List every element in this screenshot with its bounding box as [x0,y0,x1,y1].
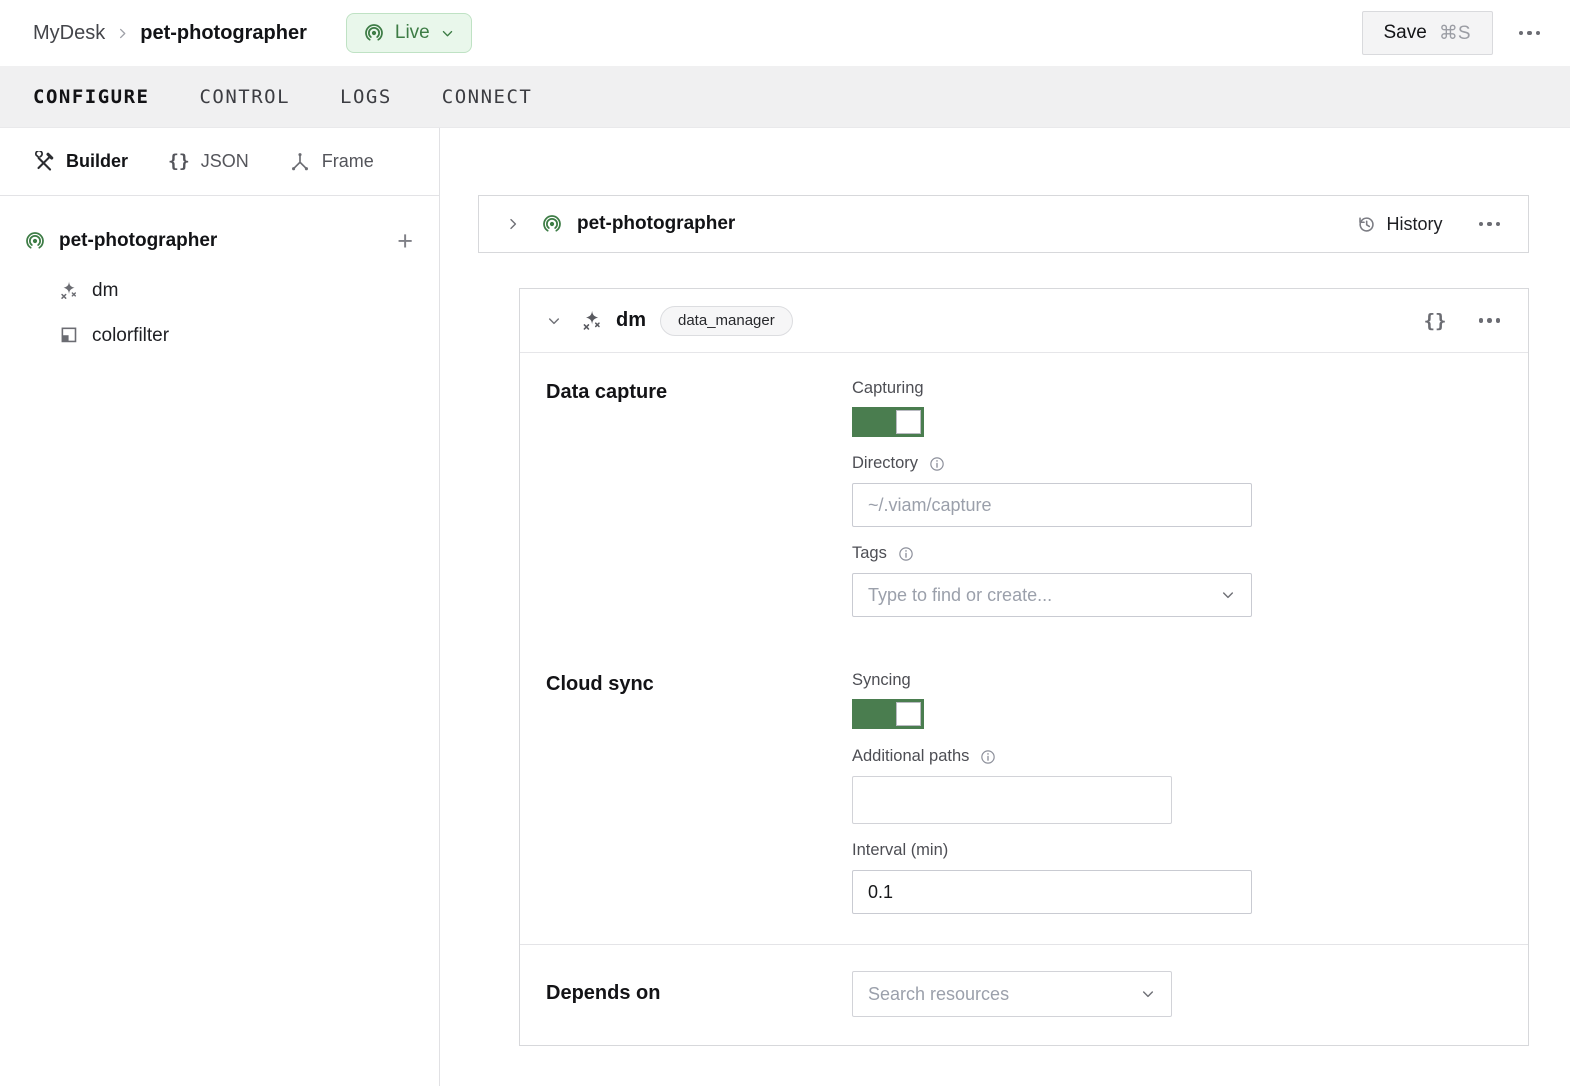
tree-item-dm[interactable]: dm [0,268,439,313]
view-switcher: Builder {} JSON Frame [0,128,439,196]
breadcrumb-org[interactable]: MyDesk [33,22,105,45]
dm-more-menu-icon[interactable] [1477,312,1503,329]
expand-chevron-icon[interactable] [505,216,521,232]
topbar-more-menu-icon[interactable] [1517,25,1543,42]
frame-icon [289,151,311,173]
tree-item-label: colorfilter [92,325,169,347]
chevron-down-icon [440,26,455,41]
view-json[interactable]: {} JSON [168,151,249,172]
info-icon[interactable] [897,545,915,563]
history-button[interactable]: History [1356,214,1442,235]
main-tab-bar: CONFIGURE CONTROL LOGS CONNECT [0,66,1570,128]
tab-control[interactable]: CONTROL [199,86,290,108]
braces-icon: {} [168,151,190,172]
info-icon[interactable] [928,455,946,473]
view-json-label: JSON [201,151,249,172]
syncing-label: Syncing [852,671,1502,690]
sparkles-icon [58,280,79,301]
capturing-label: Capturing [852,379,1502,398]
dm-card-header: dm data_manager {} [520,289,1528,353]
view-builder-label: Builder [66,151,128,172]
dm-card-name: dm [616,309,646,332]
broadcast-icon [541,213,563,235]
view-builder[interactable]: Builder [33,151,128,173]
history-button-label: History [1386,214,1442,235]
broadcast-icon [363,22,385,44]
machine-more-menu-icon[interactable] [1477,216,1503,233]
collapse-chevron-icon[interactable] [546,313,562,329]
depends-on-placeholder: Search resources [868,984,1009,1005]
section-depends-on: Depends on Search resources [546,945,1502,1045]
interval-label: Interval (min) [852,841,1502,860]
chevron-right-icon [115,26,130,41]
section-heading: Depends on [546,971,852,1017]
view-frame-label: Frame [322,151,374,172]
tab-connect[interactable]: CONNECT [442,86,533,108]
edit-json-icon[interactable]: {} [1424,310,1447,332]
save-shortcut-hint: ⌘S [1439,22,1471,45]
live-status-label: Live [395,22,430,44]
resource-type-badge: data_manager [660,306,793,336]
tree-item-machine[interactable]: pet-photographer + [0,224,439,258]
add-component-button[interactable]: + [397,228,413,255]
tree-item-label: dm [92,280,118,302]
chevron-down-icon [1220,587,1236,603]
broadcast-icon [24,230,46,252]
tree-machine-name: pet-photographer [59,230,217,252]
dm-resource-card: dm data_manager {} Data capture Capturin… [519,288,1529,1046]
additional-paths-input[interactable] [852,776,1172,824]
tab-logs[interactable]: LOGS [340,86,392,108]
breadcrumb: MyDesk pet-photographer [33,22,307,45]
syncing-toggle[interactable] [852,699,924,729]
interval-input[interactable] [852,870,1252,914]
tree-item-colorfilter[interactable]: colorfilter [0,313,439,358]
tags-select-placeholder: Type to find or create... [868,585,1052,606]
tags-select[interactable]: Type to find or create... [852,573,1252,617]
view-frame[interactable]: Frame [289,151,374,173]
directory-input[interactable] [852,483,1252,527]
info-icon[interactable] [979,748,997,766]
capturing-toggle[interactable] [852,407,924,437]
breadcrumb-machine: pet-photographer [140,22,307,45]
section-cloud-sync: Cloud sync Syncing Additional paths Int [546,617,1502,944]
sparkles-icon [580,309,603,332]
resource-tree: pet-photographer + dm colorfilter [0,196,439,358]
save-button[interactable]: Save ⌘S [1362,11,1493,55]
live-status-dropdown[interactable]: Live [346,13,472,53]
depends-on-select[interactable]: Search resources [852,971,1172,1017]
transform-icon [58,325,79,346]
directory-label: Directory [852,454,1502,473]
chevron-down-icon [1140,986,1156,1002]
tools-icon [33,151,55,173]
tags-label: Tags [852,544,1502,563]
history-icon [1356,214,1377,235]
tab-configure[interactable]: CONFIGURE [33,86,149,108]
machine-card: pet-photographer History [478,195,1529,253]
save-button-label: Save [1384,22,1427,44]
section-data-capture: Data capture Capturing Directory Tags [546,353,1502,617]
machine-card-title: pet-photographer [577,213,735,235]
additional-paths-label: Additional paths [852,747,1502,766]
top-bar: MyDesk pet-photographer Live Save ⌘S [0,0,1570,66]
section-heading: Cloud sync [546,671,852,914]
config-sidebar: Builder {} JSON Frame pet-photographer +… [0,128,440,1086]
config-main-panel: pet-photographer History dm data_manager… [440,128,1570,1086]
section-heading: Data capture [546,379,852,617]
